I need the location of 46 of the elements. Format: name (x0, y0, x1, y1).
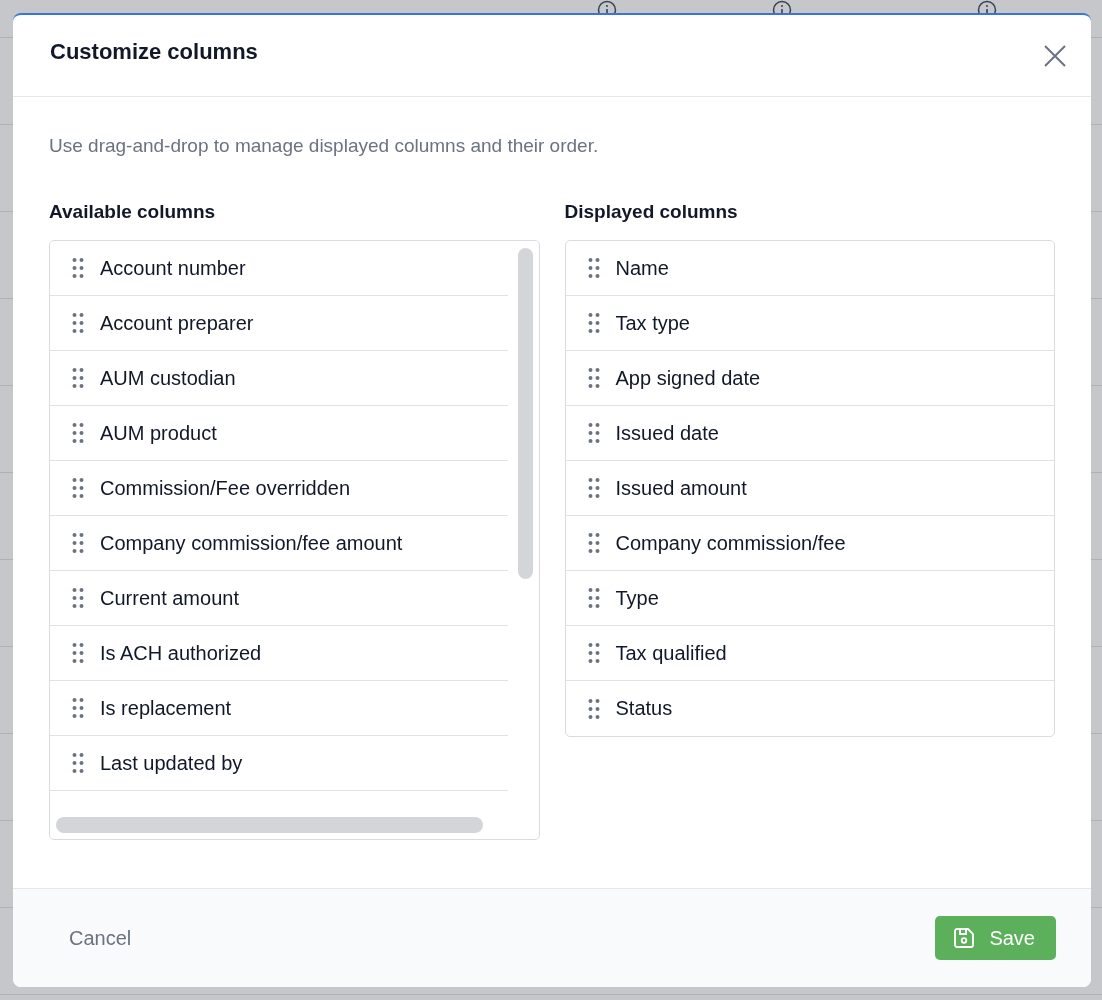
column-item[interactable]: Tax type (565, 296, 1054, 351)
drag-handle-icon[interactable] (587, 587, 600, 609)
drag-handle-icon[interactable] (587, 257, 600, 279)
column-item[interactable]: AUM product (50, 406, 508, 461)
column-heading: Displayed columns (564, 201, 739, 223)
column-item[interactable]: Company commission/fee (565, 516, 1054, 571)
column-item[interactable]: Current amount (50, 571, 508, 626)
drag-handle-icon[interactable] (72, 312, 84, 334)
dialog-title: Customize columns (50, 38, 258, 65)
drag-handle-icon[interactable] (72, 642, 84, 664)
column-item[interactable]: Account number (50, 241, 508, 296)
column-item[interactable]: Type (565, 571, 1054, 626)
column-item[interactable]: Account preparer (50, 296, 508, 351)
column-item[interactable]: Last updated by (50, 736, 508, 791)
drag-handle-icon[interactable] (587, 642, 600, 664)
drag-handle-icon[interactable] (72, 257, 84, 279)
cancel-button[interactable]: Cancel (49, 918, 152, 958)
vertical-scrollbar[interactable] (517, 248, 533, 579)
close-icon[interactable] (1043, 43, 1067, 68)
column-item[interactable]: App signed date (565, 351, 1054, 406)
drag-handle-icon[interactable] (72, 477, 84, 499)
column-item[interactable]: Commission/Fee overridden (50, 461, 508, 516)
drag-handle-icon[interactable] (72, 697, 84, 719)
drag-handle-icon[interactable] (587, 477, 600, 499)
drag-handle-icon[interactable] (587, 367, 600, 389)
drag-handle-icon[interactable] (72, 587, 84, 609)
column-item[interactable]: Is ACH authorized (50, 626, 508, 681)
column-item[interactable]: AUM custodian (50, 351, 508, 406)
column-item[interactable]: Issued amount (565, 461, 1054, 516)
horizontal-scrollbar[interactable] (56, 817, 483, 833)
column-heading: Available columns (49, 201, 217, 223)
column-item[interactable]: Is replacement (50, 681, 508, 736)
drag-handle-icon[interactable] (72, 752, 84, 774)
drag-handle-icon[interactable] (587, 312, 600, 334)
column-item[interactable]: Issued date (565, 406, 1054, 461)
column-item[interactable]: Company commission/fee amount (50, 516, 508, 571)
column-item[interactable]: Status (565, 681, 1054, 736)
drag-handle-icon[interactable] (587, 532, 600, 554)
drag-handle-icon[interactable] (72, 532, 84, 554)
drag-handle-icon[interactable] (587, 697, 600, 720)
column-item[interactable]: Tax qualified (565, 626, 1054, 681)
column-item[interactable]: Name (565, 241, 1054, 296)
description: Use drag-and-drop to manage displayed columns and their order. (49, 135, 600, 157)
drag-handle-icon[interactable] (587, 422, 600, 444)
drag-handle-icon[interactable] (72, 367, 84, 389)
drag-handle-icon[interactable] (72, 422, 84, 444)
